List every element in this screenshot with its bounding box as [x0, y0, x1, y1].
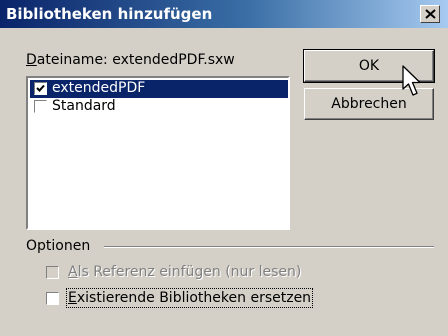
filename-label: Dateiname: extendedPDF.sxw [26, 52, 235, 68]
dialog-title: Bibliotheken hinzufügen [6, 5, 213, 23]
checkmark-icon [36, 84, 45, 92]
close-icon [425, 9, 436, 19]
options-separator [104, 246, 434, 248]
replace-checkbox[interactable] [46, 292, 59, 305]
library-checkbox-standard[interactable] [34, 100, 47, 113]
library-listbox[interactable]: extendedPDF Standard [26, 76, 290, 230]
close-button[interactable] [420, 5, 440, 23]
title-bar: Bibliotheken hinzufügen [0, 0, 448, 28]
list-item-standard[interactable]: Standard [30, 98, 288, 116]
replace-label[interactable]: Existierende Bibliotheken ersetzen [65, 288, 314, 308]
as-reference-label: Als Referenz einfügen (nur lesen) [68, 264, 302, 280]
options-heading: Optionen [26, 238, 91, 254]
library-checkbox-extendedpdf[interactable] [34, 82, 47, 95]
list-item-label: extendedPDF [52, 80, 146, 96]
arrow-pointer-icon [402, 65, 421, 96]
as-reference-checkbox [46, 266, 59, 279]
list-item-extendedpdf[interactable]: extendedPDF [30, 80, 288, 98]
list-item-label: Standard [52, 98, 116, 114]
